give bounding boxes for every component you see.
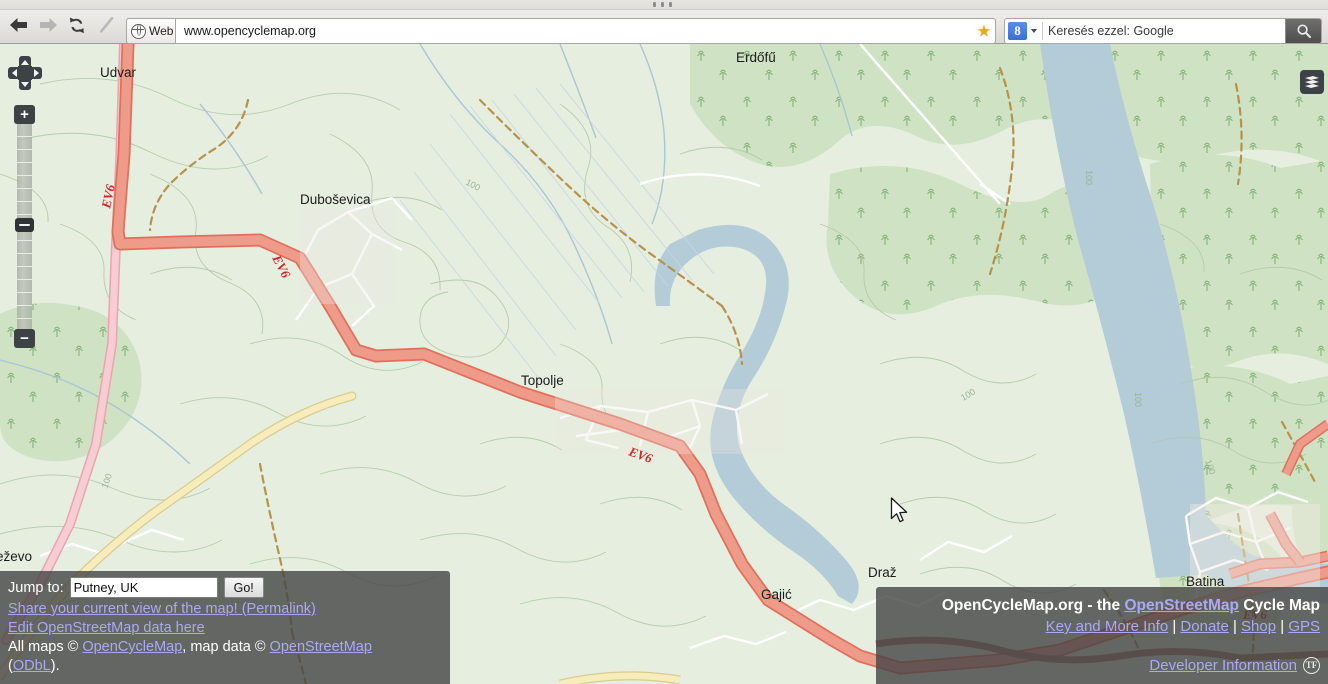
developer-row: Developer Information TF	[886, 655, 1320, 676]
window-grip	[637, 1, 687, 8]
place-label-erdofu: Erdőfű	[736, 50, 776, 65]
back-button[interactable]	[4, 11, 32, 39]
attribution-panel: OpenCycleMap.org - the OpenStreetMap Cyc…	[876, 587, 1328, 684]
openstreetmap-link[interactable]: OpenStreetMap	[270, 639, 372, 655]
sep-3: |	[1276, 618, 1289, 635]
triangle-right-icon	[33, 69, 39, 77]
title-prefix: OpenCycleMap.org - the	[941, 597, 1125, 614]
back-arrow-icon	[9, 18, 27, 32]
place-label-clipped: eževo	[0, 549, 32, 564]
search-submit-button[interactable]	[1285, 19, 1321, 43]
sep-2: |	[1228, 618, 1242, 635]
donate-link[interactable]: Donate	[1180, 618, 1228, 635]
forward-button[interactable]	[34, 11, 62, 39]
pan-control[interactable]	[8, 56, 42, 90]
paren-close: ).	[50, 658, 60, 674]
place-label-dubosevica: Duboševica	[300, 192, 371, 207]
place-label-gajic: Gajić	[761, 587, 792, 602]
forward-arrow-icon	[39, 18, 57, 32]
zoom-control[interactable]: + −	[14, 105, 35, 348]
stop-slash-icon	[99, 16, 114, 33]
pan-left-button[interactable]	[8, 67, 20, 79]
jump-to-go-button[interactable]: Go!	[223, 577, 264, 598]
pan-down-button[interactable]	[19, 78, 31, 90]
thunderforest-logo-icon: TF	[1303, 657, 1320, 674]
browser-window: Web www.opencyclemap.org ★ 8 Keresés ezz…	[0, 0, 1328, 684]
key-info-link[interactable]: Key and More Info	[1046, 618, 1169, 635]
layers-button[interactable]	[1300, 70, 1324, 94]
gps-link[interactable]: GPS	[1288, 618, 1320, 635]
search-bar[interactable]: 8 Keresés ezzel: Google	[1004, 18, 1322, 44]
credit-prefix: All maps ©	[8, 639, 83, 655]
zoom-slider-handle[interactable]	[15, 218, 34, 232]
browser-chrome: Web www.opencyclemap.org ★ 8 Keresés ezz…	[0, 0, 1328, 44]
navigation-toolbar: Web www.opencyclemap.org ★ 8 Keresés ezz…	[0, 9, 1328, 44]
place-label-topolje: Topolje	[521, 373, 564, 388]
reload-button[interactable]	[63, 11, 91, 39]
url-text: www.opencyclemap.org	[184, 24, 317, 38]
layers-icon	[1305, 76, 1319, 88]
search-scope-selector[interactable]: Web	[126, 18, 175, 44]
shop-link[interactable]: Shop	[1241, 618, 1276, 635]
triangle-up-icon	[21, 59, 29, 65]
place-label-draz: Draž	[868, 565, 897, 580]
jump-to-label: Jump to:	[8, 579, 64, 596]
address-bar[interactable]: www.opencyclemap.org ★	[175, 18, 996, 44]
triangle-left-icon	[11, 69, 17, 77]
magnifier-icon	[1296, 24, 1311, 39]
credits-line: All maps © OpenCycleMap, map data © Open…	[8, 638, 442, 657]
stop-button[interactable]	[93, 11, 121, 39]
search-input[interactable]: Keresés ezzel: Google	[1048, 24, 1285, 38]
zoom-out-button[interactable]: −	[14, 329, 35, 348]
permalink-link[interactable]: Share your current view of the map! (Per…	[8, 601, 316, 617]
developer-info-link[interactable]: Developer Information	[1149, 655, 1297, 676]
chevron-down-icon[interactable]	[1027, 22, 1040, 40]
permalink-line: Share your current view of the map! (Per…	[8, 600, 442, 619]
edit-line: Edit OpenStreetMap data here	[8, 619, 442, 638]
odbl-link[interactable]: ODbL	[13, 658, 51, 674]
jump-to-input[interactable]	[69, 577, 218, 598]
divider	[1042, 22, 1043, 40]
triangle-down-icon	[21, 81, 29, 87]
globe-icon	[131, 23, 146, 39]
opencyclemap-link[interactable]: OpenCycleMap	[82, 639, 182, 655]
attribution-links: Key and More Info | Donate | Shop | GPS	[886, 616, 1320, 637]
attribution-title: OpenCycleMap.org - the OpenStreetMap Cyc…	[886, 595, 1320, 616]
reload-arrow-icon	[70, 17, 84, 33]
zoom-slider-track[interactable]	[17, 124, 32, 348]
place-label-udvar: Udvar	[100, 65, 137, 80]
search-engine-icon[interactable]: 8	[1008, 22, 1027, 40]
edit-osm-link[interactable]: Edit OpenStreetMap data here	[8, 620, 205, 636]
osm-title-link[interactable]: OpenStreetMap	[1124, 597, 1239, 614]
title-suffix: Cycle Map	[1239, 597, 1320, 614]
jump-to-panel: Jump to: Go! Share your current view of …	[0, 571, 450, 684]
map-viewport[interactable]: 100 100 100 100 100 100 EV6 EV6 EV6 EV6 …	[0, 44, 1328, 684]
contour-label: 100	[1133, 392, 1143, 407]
jump-to-row: Jump to: Go!	[8, 577, 442, 598]
license-line: (ODbL).	[8, 657, 442, 676]
search-scope-label: Web	[149, 24, 174, 38]
contour-label: 100	[1084, 170, 1094, 185]
sep-1: |	[1168, 618, 1181, 635]
bookmark-star-icon[interactable]: ★	[973, 19, 995, 43]
pan-right-button[interactable]	[30, 67, 42, 79]
credit-middle: , map data ©	[182, 639, 270, 655]
zoom-in-button[interactable]: +	[14, 105, 35, 124]
